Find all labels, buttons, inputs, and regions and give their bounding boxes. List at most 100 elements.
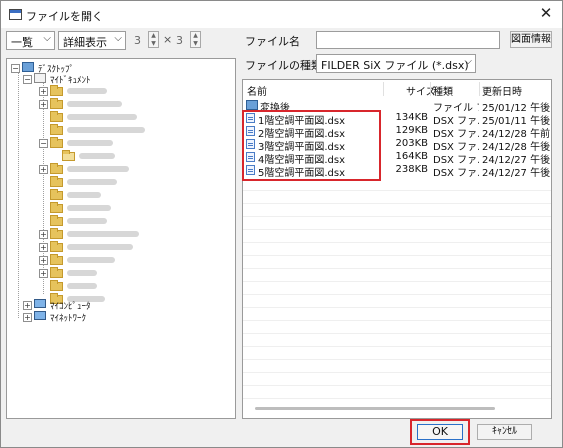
- rows-value: 3: [134, 34, 141, 47]
- expand-icon[interactable]: +: [39, 100, 48, 109]
- blurred-label: [67, 192, 101, 198]
- column-separator: [479, 82, 480, 96]
- row-size: 164KB: [395, 151, 428, 162]
- tree-subfolder[interactable]: +: [39, 254, 189, 266]
- filename-label: ファイル名: [245, 35, 300, 48]
- blurred-label: [67, 127, 145, 133]
- cols-value: 3: [176, 34, 183, 47]
- window-title: ファイルを開く: [26, 10, 103, 23]
- expand-icon[interactable]: +: [39, 87, 48, 96]
- up-arrow-icon[interactable]: ▲: [191, 32, 200, 40]
- desktop-icon: [22, 62, 34, 72]
- tree-subfolder[interactable]: [39, 189, 189, 201]
- expand-icon[interactable]: +: [39, 269, 48, 278]
- folder-icon: [50, 280, 63, 291]
- chevron-down-icon: ⌵: [464, 56, 472, 67]
- detail-select-value: 詳細表示: [63, 36, 107, 49]
- folder-icon: [50, 267, 63, 278]
- view-select[interactable]: 一覧 ⌵: [6, 31, 55, 50]
- grid-line: [243, 333, 551, 334]
- drawing-info-button[interactable]: 図面情報: [510, 31, 552, 48]
- grid-line: [243, 242, 551, 243]
- blurred-label: [67, 114, 137, 120]
- tree-line: [18, 68, 19, 318]
- blurred-label: [67, 166, 129, 172]
- tree-subfolder[interactable]: +: [39, 98, 189, 110]
- network-icon: [34, 311, 46, 320]
- up-arrow-icon[interactable]: ▲: [149, 32, 158, 40]
- row-size: 203KB: [395, 138, 428, 149]
- folder-icon: [50, 215, 63, 226]
- folder-icon: [50, 85, 63, 96]
- detail-select[interactable]: 詳細表示 ⌵: [58, 31, 126, 50]
- tree-subfolder[interactable]: [39, 215, 189, 227]
- close-icon[interactable]: ✕: [538, 5, 554, 21]
- blurred-label: [67, 218, 107, 224]
- highlight-box-files: [242, 110, 381, 181]
- collapse-icon[interactable]: −: [39, 139, 48, 148]
- folder-icon: [50, 124, 63, 135]
- grid-line: [243, 216, 551, 217]
- view-select-value: 一覧: [11, 36, 33, 49]
- horizontal-scrollbar[interactable]: [255, 407, 495, 410]
- grid-line: [243, 255, 551, 256]
- folder-icon: [50, 228, 63, 239]
- filetype-label: ファイルの種類: [245, 59, 322, 72]
- filetype-select[interactable]: FILDER SiX ファイル (*.dsx) ⌵: [316, 54, 476, 73]
- column-header-size[interactable]: サイズ: [406, 83, 436, 98]
- tree-subfolder[interactable]: [39, 280, 189, 292]
- chevron-down-icon: ⌵: [43, 33, 51, 44]
- cols-stepper[interactable]: 3 ▲ ▼: [173, 31, 203, 50]
- tree-subfolder[interactable]: +: [39, 163, 189, 175]
- expand-icon[interactable]: +: [23, 301, 32, 310]
- tree-item-network[interactable]: + ﾏｲﾈｯﾄﾜｰｸ: [23, 311, 213, 324]
- folder-tree[interactable]: − ﾃﾞｽｸﾄｯﾌﾟ − ﾏｲﾄﾞｷｭﾒﾝﾄ + + − + + + + + +…: [6, 58, 236, 419]
- cols-stepper-buttons[interactable]: ▲ ▼: [190, 31, 201, 48]
- folder-icon: [50, 137, 63, 148]
- expand-icon[interactable]: +: [23, 313, 32, 322]
- times-sign: ×: [163, 33, 173, 46]
- tree-item-mycomputer[interactable]: + ﾏｲｺﾝﾋﾟｭｰﾀ: [23, 299, 213, 312]
- tree-subfolder[interactable]: +: [39, 228, 189, 240]
- filename-input[interactable]: [316, 31, 500, 49]
- blurred-label: [67, 231, 139, 237]
- tree-subfolder[interactable]: [39, 202, 189, 214]
- rows-stepper[interactable]: 3 ▲ ▼: [131, 31, 161, 50]
- column-header-name[interactable]: 名前: [247, 83, 267, 98]
- grid-line: [243, 229, 551, 230]
- tree-subfolder[interactable]: +: [39, 267, 189, 279]
- collapse-icon[interactable]: −: [11, 64, 20, 73]
- blurred-label: [67, 140, 113, 146]
- down-arrow-icon[interactable]: ▼: [149, 40, 158, 48]
- tree-subfolder[interactable]: +: [39, 85, 189, 97]
- collapse-icon[interactable]: −: [23, 75, 32, 84]
- tree-item-mydocuments[interactable]: − ﾏｲﾄﾞｷｭﾒﾝﾄ: [23, 73, 213, 86]
- grid-line: [243, 294, 551, 295]
- computer-icon: [34, 299, 46, 308]
- tree-subfolder[interactable]: [39, 124, 189, 136]
- blurred-label: [67, 101, 122, 107]
- expand-icon[interactable]: +: [39, 230, 48, 239]
- tree-label-network: ﾏｲﾈｯﾄﾜｰｸ: [50, 314, 87, 324]
- folder-icon: [50, 98, 63, 109]
- folder-icon: [246, 100, 258, 110]
- grid-line: [243, 385, 551, 386]
- down-arrow-icon[interactable]: ▼: [191, 40, 200, 48]
- tree-subfolder[interactable]: +: [39, 241, 189, 253]
- tree-subfolder[interactable]: [39, 111, 189, 123]
- column-header-date[interactable]: 更新日時: [482, 83, 522, 98]
- folder-icon: [50, 163, 63, 174]
- chevron-down-icon: ⌵: [114, 33, 122, 44]
- grid-line: [243, 203, 551, 204]
- tree-subfolder[interactable]: [39, 176, 189, 188]
- expand-icon[interactable]: +: [39, 165, 48, 174]
- tree-subfolder[interactable]: [51, 150, 191, 162]
- highlight-box-ok: [410, 419, 470, 445]
- rows-stepper-buttons[interactable]: ▲ ▼: [148, 31, 159, 48]
- expand-icon[interactable]: +: [39, 243, 48, 252]
- tree-subfolder[interactable]: −: [39, 137, 189, 149]
- blurred-label: [67, 283, 97, 289]
- cancel-button[interactable]: ｷｬﾝｾﾙ: [477, 424, 532, 440]
- expand-icon[interactable]: +: [39, 256, 48, 265]
- column-header-type[interactable]: 種類: [433, 83, 453, 98]
